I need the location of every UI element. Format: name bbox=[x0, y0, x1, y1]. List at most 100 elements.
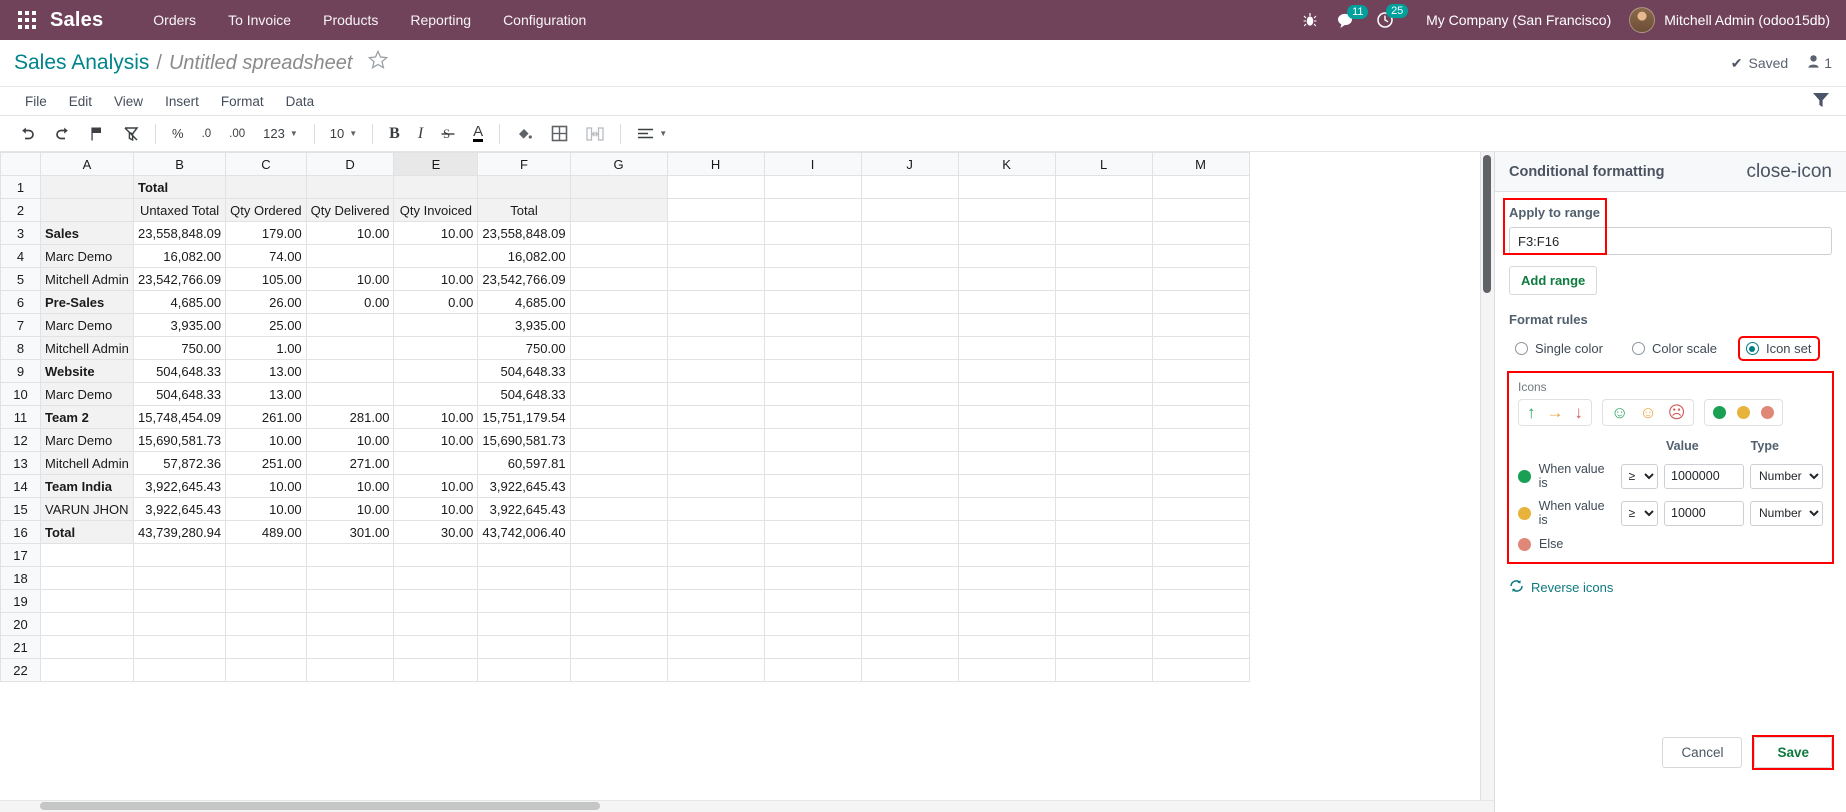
cell-K18[interactable] bbox=[957, 566, 1056, 590]
cell-B17[interactable] bbox=[132, 543, 227, 567]
cell-C5[interactable]: 105.00 bbox=[225, 267, 307, 291]
cell-M9[interactable] bbox=[1151, 359, 1250, 383]
icon-set-arrows[interactable]: ↑ → ↓ bbox=[1518, 399, 1592, 426]
cell-K10[interactable] bbox=[957, 382, 1056, 406]
cell-G4[interactable] bbox=[569, 244, 668, 268]
cell-D19[interactable] bbox=[305, 589, 395, 613]
cell-C21[interactable] bbox=[225, 635, 307, 659]
row-header-20[interactable]: 20 bbox=[0, 612, 41, 636]
cell-D4[interactable] bbox=[305, 244, 395, 268]
cell-I21[interactable] bbox=[763, 635, 862, 659]
cell-I3[interactable] bbox=[763, 221, 862, 245]
cell-H20[interactable] bbox=[666, 612, 765, 636]
column-header-g[interactable]: G bbox=[569, 152, 668, 176]
column-header-c[interactable]: C bbox=[225, 152, 307, 176]
cell-A6[interactable]: Pre-Sales bbox=[40, 290, 134, 314]
cell-K3[interactable] bbox=[957, 221, 1056, 245]
cell-J1[interactable] bbox=[860, 175, 959, 199]
row-header-17[interactable]: 17 bbox=[0, 543, 41, 567]
cell-D9[interactable] bbox=[305, 359, 395, 383]
cell-M2[interactable] bbox=[1151, 198, 1250, 222]
cell-K2[interactable] bbox=[957, 198, 1056, 222]
cell-J3[interactable] bbox=[860, 221, 959, 245]
cell-B22[interactable] bbox=[132, 658, 227, 682]
merge-cells-icon[interactable] bbox=[579, 122, 611, 146]
cell-E22[interactable] bbox=[393, 658, 479, 682]
rule-2-operator-select[interactable]: ≥ bbox=[1620, 500, 1658, 526]
row-header-14[interactable]: 14 bbox=[0, 474, 41, 498]
cell-H7[interactable] bbox=[666, 313, 765, 337]
rule-2-dot-icon[interactable] bbox=[1518, 506, 1531, 520]
cell-A21[interactable] bbox=[40, 635, 134, 659]
row-header-12[interactable]: 12 bbox=[0, 428, 41, 452]
row-header-19[interactable]: 19 bbox=[0, 589, 41, 613]
cell-K13[interactable] bbox=[957, 451, 1056, 475]
cell-E11[interactable]: 10.00 bbox=[393, 405, 479, 429]
cell-E5[interactable]: 10.00 bbox=[393, 267, 479, 291]
cell-L18[interactable] bbox=[1054, 566, 1153, 590]
cell-B1[interactable]: Total bbox=[132, 175, 227, 199]
cell-L13[interactable] bbox=[1054, 451, 1153, 475]
cell-J4[interactable] bbox=[860, 244, 959, 268]
cell-G13[interactable] bbox=[569, 451, 668, 475]
cell-C13[interactable]: 251.00 bbox=[225, 451, 307, 475]
filter-icon[interactable] bbox=[1812, 91, 1830, 114]
grid-vertical-scrollbar[interactable] bbox=[1480, 152, 1494, 812]
range-input[interactable] bbox=[1509, 227, 1832, 255]
row-header-7[interactable]: 7 bbox=[0, 313, 41, 337]
cell-C10[interactable]: 13.00 bbox=[225, 382, 307, 406]
cell-M21[interactable] bbox=[1151, 635, 1250, 659]
cell-J11[interactable] bbox=[860, 405, 959, 429]
collaborator-count[interactable]: 1 bbox=[1808, 55, 1832, 71]
cell-M14[interactable] bbox=[1151, 474, 1250, 498]
app-brand-sales[interactable]: Sales bbox=[50, 9, 103, 32]
cell-B9[interactable]: 504,648.33 bbox=[132, 359, 227, 383]
cell-H10[interactable] bbox=[666, 382, 765, 406]
row-header-8[interactable]: 8 bbox=[0, 336, 41, 360]
cell-G11[interactable] bbox=[569, 405, 668, 429]
cell-A18[interactable] bbox=[40, 566, 134, 590]
cell-G18[interactable] bbox=[569, 566, 668, 590]
cell-F11[interactable]: 15,751,179.54 bbox=[477, 405, 571, 429]
cell-D12[interactable]: 10.00 bbox=[305, 428, 395, 452]
cell-D5[interactable]: 10.00 bbox=[305, 267, 395, 291]
cell-L14[interactable] bbox=[1054, 474, 1153, 498]
cell-M1[interactable] bbox=[1151, 175, 1250, 199]
redo-icon[interactable] bbox=[47, 122, 78, 145]
cell-H8[interactable] bbox=[666, 336, 765, 360]
cell-H5[interactable] bbox=[666, 267, 765, 291]
cell-M11[interactable] bbox=[1151, 405, 1250, 429]
cell-M10[interactable] bbox=[1151, 382, 1250, 406]
cell-C12[interactable]: 10.00 bbox=[225, 428, 307, 452]
row-header-22[interactable]: 22 bbox=[0, 658, 41, 682]
cell-F1[interactable] bbox=[477, 175, 571, 199]
cell-B5[interactable]: 23,542,766.09 bbox=[132, 267, 227, 291]
column-header-e[interactable]: E bbox=[393, 152, 479, 176]
cell-D17[interactable] bbox=[305, 543, 395, 567]
cell-K14[interactable] bbox=[957, 474, 1056, 498]
menu-file[interactable]: File bbox=[14, 91, 58, 112]
cell-M19[interactable] bbox=[1151, 589, 1250, 613]
cell-D22[interactable] bbox=[305, 658, 395, 682]
cell-B14[interactable]: 3,922,645.43 bbox=[132, 474, 227, 498]
cell-E4[interactable] bbox=[393, 244, 479, 268]
column-header-a[interactable]: A bbox=[40, 152, 134, 176]
save-button[interactable]: Save bbox=[1754, 737, 1832, 768]
row-header-4[interactable]: 4 bbox=[0, 244, 41, 268]
cell-J15[interactable] bbox=[860, 497, 959, 521]
menu-view[interactable]: View bbox=[103, 91, 154, 112]
cell-D18[interactable] bbox=[305, 566, 395, 590]
cell-L19[interactable] bbox=[1054, 589, 1153, 613]
cell-F4[interactable]: 16,082.00 bbox=[477, 244, 571, 268]
cell-J21[interactable] bbox=[860, 635, 959, 659]
cell-E7[interactable] bbox=[393, 313, 479, 337]
cell-J10[interactable] bbox=[860, 382, 959, 406]
cell-B11[interactable]: 15,748,454.09 bbox=[132, 405, 227, 429]
cell-L20[interactable] bbox=[1054, 612, 1153, 636]
nav-item-configuration[interactable]: Configuration bbox=[487, 12, 602, 28]
cell-D11[interactable]: 281.00 bbox=[305, 405, 395, 429]
cell-M4[interactable] bbox=[1151, 244, 1250, 268]
column-header-k[interactable]: K bbox=[957, 152, 1056, 176]
row-header-11[interactable]: 11 bbox=[0, 405, 41, 429]
cell-M12[interactable] bbox=[1151, 428, 1250, 452]
